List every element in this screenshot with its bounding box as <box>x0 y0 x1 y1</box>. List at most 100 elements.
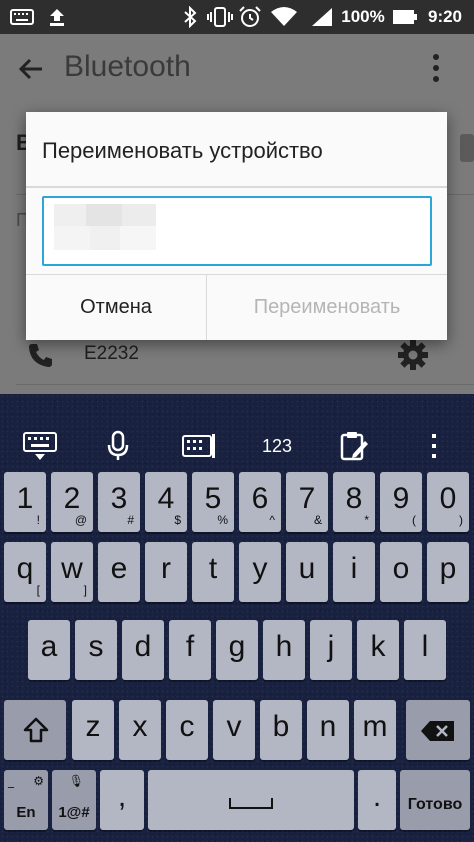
key-label: 4 <box>157 482 175 515</box>
key-label: h <box>275 630 293 663</box>
key-q[interactable]: q[ <box>4 542 46 602</box>
key-h[interactable]: h <box>263 620 305 680</box>
rename-button[interactable]: Переименовать <box>207 275 447 340</box>
dialog-title: Переименовать устройство <box>42 138 323 163</box>
key-label: s <box>88 630 104 663</box>
key-g[interactable]: g <box>216 620 258 680</box>
cancel-button[interactable]: Отмена <box>26 275 206 340</box>
key-secondary-label: ( <box>412 513 416 527</box>
clock: 9:20 <box>427 7 463 26</box>
done-key[interactable]: Готово <box>400 770 470 830</box>
key-label: 9 <box>392 482 410 515</box>
key-label: z <box>85 710 101 743</box>
numbers-toggle[interactable]: 123 <box>252 426 302 466</box>
gear-icon: ⚙ <box>33 774 44 788</box>
key-j[interactable]: j <box>310 620 352 680</box>
key-y[interactable]: y <box>239 542 281 602</box>
microphone-icon[interactable] <box>100 426 136 466</box>
toggle-switch-fragment[interactable] <box>456 126 474 196</box>
key-4[interactable]: 4 $ <box>145 472 187 532</box>
device-name-input[interactable] <box>42 196 432 266</box>
key-secondary-label: $ <box>174 513 181 527</box>
language-key[interactable]: _ ⚙ En <box>4 770 48 830</box>
redacted-text <box>54 204 156 254</box>
divider <box>16 384 474 385</box>
key-label: 6 <box>251 482 269 515</box>
key-label: y <box>252 552 268 585</box>
key-label: 7 <box>298 482 316 515</box>
key-a[interactable]: a <box>28 620 70 680</box>
key-e[interactable]: e <box>98 542 140 602</box>
key-label: a <box>40 630 58 663</box>
key-1[interactable]: 1! <box>4 472 46 532</box>
symbols-key[interactable]: 🎙 1@# <box>52 770 96 830</box>
key-label: k <box>370 630 386 663</box>
key-secondary-label: % <box>217 513 228 527</box>
key-label: v <box>226 710 242 743</box>
key-secondary-label: & <box>313 513 322 527</box>
phone-icon <box>26 340 56 370</box>
space-bar-icon <box>229 798 273 809</box>
key-label: c <box>179 710 195 743</box>
more-vertical-icon[interactable] <box>432 54 440 88</box>
key-b[interactable]: b <box>260 700 302 760</box>
more-vertical-icon[interactable] <box>424 426 444 466</box>
key-label: p <box>439 552 457 585</box>
key-label: o <box>392 552 410 585</box>
alarm-icon <box>236 0 264 34</box>
key-secondary-label: ] <box>83 583 87 597</box>
key-label: b <box>272 710 290 743</box>
clipboard-icon[interactable] <box>334 426 374 466</box>
language-underscore-hint: _ <box>8 774 14 788</box>
key-o[interactable]: o <box>380 542 422 602</box>
key-secondary-label: ^ <box>269 513 275 527</box>
key-z[interactable]: z <box>72 700 114 760</box>
key-label: j <box>327 630 335 663</box>
keyboard-mode-icon[interactable] <box>176 426 222 466</box>
key-secondary-label: ! <box>36 513 40 527</box>
key-m[interactable]: m <box>354 700 396 760</box>
key-r[interactable]: r <box>145 542 187 602</box>
key-w[interactable]: w] <box>51 542 93 602</box>
keyboard-hide-icon[interactable] <box>18 426 62 466</box>
key-label: 8 <box>345 482 363 515</box>
key-2[interactable]: 2 @ <box>51 472 93 532</box>
key-u[interactable]: u <box>286 542 328 602</box>
shift-icon <box>23 717 49 743</box>
period-key[interactable]: . <box>358 770 396 830</box>
key-label: w <box>61 552 83 585</box>
key-n[interactable]: n <box>307 700 349 760</box>
key-9[interactable]: 9( <box>380 472 422 532</box>
key-f[interactable]: f <box>169 620 211 680</box>
back-arrow-icon[interactable] <box>14 52 48 86</box>
key-d[interactable]: d <box>122 620 164 680</box>
bluetooth-icon <box>178 0 202 34</box>
backspace-icon <box>421 721 454 741</box>
space-key[interactable] <box>148 770 354 830</box>
backspace-key[interactable] <box>406 700 470 760</box>
key-p[interactable]: p <box>427 542 469 602</box>
key-v[interactable]: v <box>213 700 255 760</box>
key-label: 5 <box>204 482 222 515</box>
key-t[interactable]: t <box>192 542 234 602</box>
key-k[interactable]: k <box>357 620 399 680</box>
shift-key[interactable] <box>4 700 66 760</box>
key-label: g <box>228 630 246 663</box>
key-6[interactable]: 6 ^ <box>239 472 281 532</box>
key-5[interactable]: 5% <box>192 472 234 532</box>
signal-icon <box>308 0 336 34</box>
key-8[interactable]: 8 * <box>333 472 375 532</box>
key-i[interactable]: i <box>333 542 375 602</box>
gear-icon[interactable] <box>396 338 430 372</box>
key-c[interactable]: c <box>166 700 208 760</box>
comma-key[interactable]: , <box>100 770 144 830</box>
key-0[interactable]: 0) <box>427 472 469 532</box>
key-s[interactable]: s <box>75 620 117 680</box>
key-x[interactable]: x <box>119 700 161 760</box>
key-3[interactable]: 3 # <box>98 472 140 532</box>
upload-icon <box>44 0 70 34</box>
key-l[interactable]: l <box>404 620 446 680</box>
keyboard-icon <box>8 0 36 34</box>
key-secondary-label: * <box>364 513 369 527</box>
key-7[interactable]: 7 & <box>286 472 328 532</box>
